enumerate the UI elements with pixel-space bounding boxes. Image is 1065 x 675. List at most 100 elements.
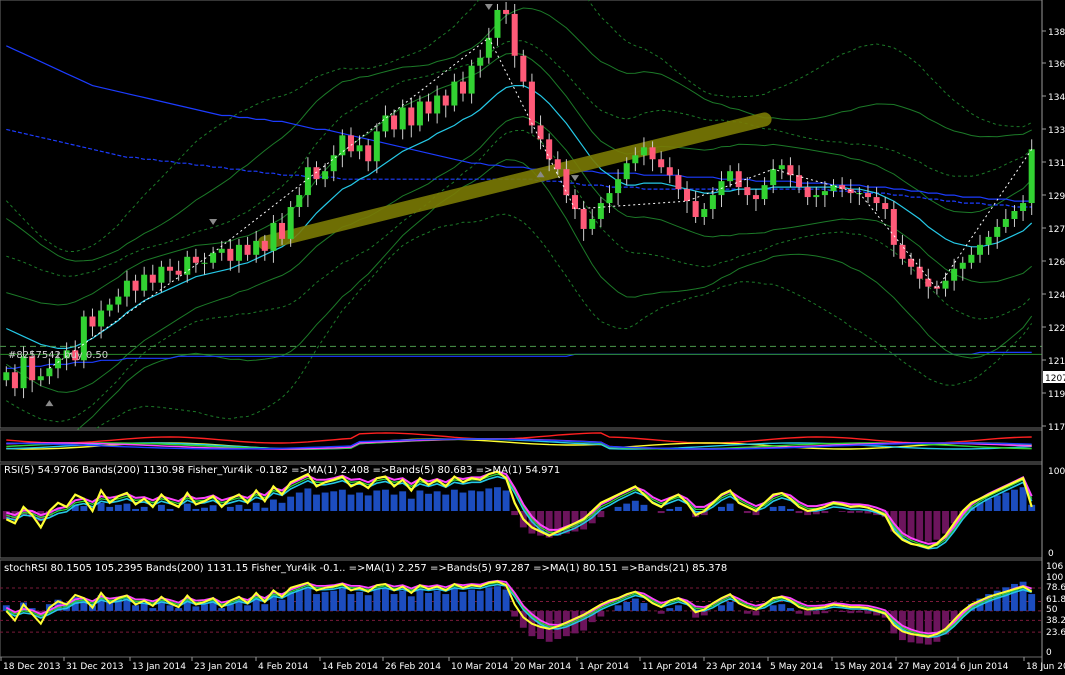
candle-body — [744, 187, 751, 196]
candle-body — [123, 280, 130, 297]
candle-body — [132, 280, 139, 291]
rsi-hist-bar — [330, 491, 338, 511]
candle-body — [46, 368, 53, 377]
stoch-hist-bar — [304, 587, 312, 611]
candle-body — [770, 169, 777, 186]
time-tick-label: 23 Jan 2014 — [194, 662, 248, 671]
candle-body — [796, 175, 803, 188]
stoch-hist-bar — [407, 596, 415, 611]
rsi-hist-bar — [821, 511, 829, 514]
rsi-pane — [0, 463, 1043, 559]
stoch-tick-label: 106 — [1046, 562, 1063, 572]
candle-body — [373, 131, 380, 162]
price-tick-label: 1330 — [1048, 126, 1065, 136]
price-tick-label: 121 — [1048, 357, 1065, 367]
candle-body — [158, 266, 165, 283]
stoch-hist-bar — [433, 590, 441, 611]
stoch-hist-bar — [459, 591, 467, 611]
stoch-hist-bar — [364, 595, 372, 611]
stoch-hist-bar — [812, 610, 820, 615]
candle-body — [873, 197, 880, 204]
rsi-hist-bar — [838, 511, 846, 512]
stoch-hist-bar — [640, 603, 648, 611]
candle-body — [416, 101, 423, 126]
rsi-hist-bar — [933, 511, 941, 540]
candle-body — [270, 222, 277, 251]
time-axis: 18 Dec 2013 31 Dec 2013 13 Jan 2014 23 Jan … — [0, 657, 1065, 672]
rsi-hist-bar — [356, 492, 364, 511]
stoch-hist-bar — [769, 605, 777, 611]
stoch-tick-label: 38.2 — [1046, 616, 1065, 626]
candle-body — [666, 167, 673, 176]
stoch-hist-bar — [916, 610, 924, 644]
candle-body — [20, 356, 27, 389]
rsi-hist-bar — [769, 506, 777, 511]
rsi-hist-bar — [433, 491, 441, 511]
candle-body — [339, 135, 346, 156]
rsi-hist-bar — [364, 495, 372, 511]
candle-body — [218, 248, 225, 253]
rsi-hist-bar — [442, 494, 450, 511]
rsi-hist-bar — [916, 511, 924, 541]
stoch-hist-bar — [821, 610, 829, 614]
candle-body — [554, 159, 561, 170]
candle-body — [347, 135, 354, 152]
candle-body — [356, 145, 363, 152]
candle-body — [778, 165, 785, 170]
rsi-hist-bar — [226, 506, 234, 511]
candle-body — [1002, 218, 1009, 227]
candle-body — [916, 266, 923, 279]
candle-body — [279, 222, 286, 239]
rsi-label: RSI(5) 54.9706 Bands(200) 1130.98 Fisher… — [4, 465, 566, 476]
stoch-label: stochRSI 80.1505 105.2395 Bands(200) 113… — [4, 563, 733, 574]
candle-body — [459, 81, 467, 94]
rsi-hist-bar — [114, 504, 122, 511]
rsi-tick-label: 0 — [1048, 549, 1054, 559]
candle-body — [3, 372, 10, 381]
rsi-hist-bar — [674, 506, 682, 511]
rsi-hist-bar — [1002, 492, 1010, 511]
stoch-hist-bar — [795, 610, 803, 614]
price-tick-label: 1177 — [1048, 423, 1065, 433]
rsi-hist-bar — [132, 508, 140, 511]
price-tick-label: 1296 — [1048, 192, 1065, 202]
rsi-hist-bar — [321, 492, 329, 511]
rsi-hist-bar — [666, 508, 674, 511]
time-tick-label: 11 Apr 2014 — [642, 662, 698, 671]
stoch-hist-bar — [511, 610, 519, 617]
price-tick-label: 1313 — [1048, 159, 1065, 169]
price-axis: 138 1364 1342 1330 1313 1296 1279 1262 1245 1228 1… — [1041, 0, 1065, 671]
candle-body — [985, 236, 992, 245]
candle-body — [261, 240, 268, 251]
rsi-hist-bar — [623, 503, 631, 511]
rsi-hist-bar — [459, 492, 467, 511]
rsi-hist-bar — [1019, 487, 1027, 511]
price-tick-label: 1262 — [1048, 258, 1065, 268]
stoch-hist-bar — [494, 586, 501, 611]
rsi-hist-bar — [269, 499, 277, 511]
candle-body — [235, 244, 242, 261]
candle-body — [210, 252, 217, 263]
candle-body — [976, 244, 984, 255]
candle-body — [632, 155, 639, 164]
candle-body — [640, 147, 647, 156]
stoch-hist-bar — [847, 610, 855, 614]
time-tick-label: 4 Feb 2014 — [258, 662, 309, 671]
stoch-hist-bar — [201, 604, 208, 611]
candle-body — [994, 226, 1001, 237]
rsi-hist-bar — [261, 507, 269, 511]
price-tick-label: 1342 — [1048, 93, 1065, 103]
stoch-tick-label: 78.6 — [1046, 583, 1065, 593]
trading-chart[interactable]: 138 1364 1342 1330 1313 1296 1279 1262 1245 1228 1… — [0, 0, 1065, 672]
rsi-hist-bar — [993, 495, 1001, 511]
rsi-hist-bar — [494, 487, 501, 511]
rsi-hist-bar — [942, 511, 949, 534]
candle-body — [98, 310, 105, 327]
stoch-hist-bar — [718, 605, 725, 611]
rsi-hist-bar — [166, 508, 174, 511]
stoch-hist-bar — [192, 606, 200, 611]
stoch-tick-label: 50 — [1046, 605, 1058, 615]
candle-body — [959, 262, 966, 269]
candle-body — [11, 372, 18, 389]
candle-body — [201, 262, 208, 264]
